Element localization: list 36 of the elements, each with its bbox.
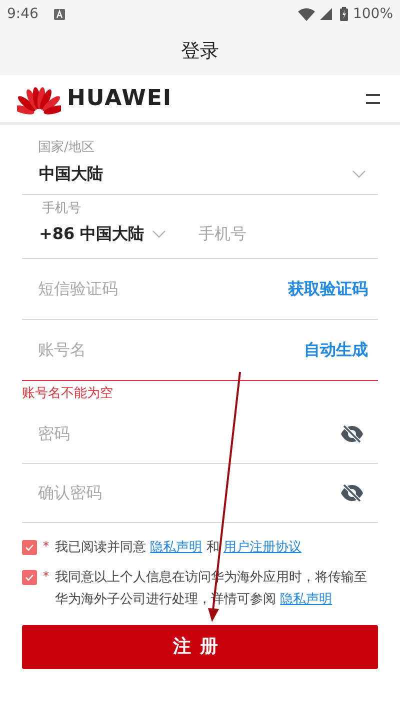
register-button[interactable]: 注册	[22, 624, 378, 668]
eye-off-icon[interactable]	[340, 482, 364, 502]
notification-icon	[54, 8, 66, 20]
field-label: 手机号	[41, 200, 82, 218]
error-message: 账号名不能为空	[22, 385, 114, 403]
brand-name: HUAWEI	[67, 85, 172, 113]
page-title: 登录	[181, 39, 219, 64]
signal-icon	[320, 8, 332, 20]
required-mark: *	[43, 538, 49, 554]
eye-off-icon[interactable]	[340, 424, 364, 444]
wifi-icon	[298, 8, 315, 20]
action-link[interactable]: 获取验证码	[288, 277, 368, 301]
text-input[interactable]: 短信验证码	[38, 277, 238, 301]
chevron-down-icon	[352, 170, 366, 178]
phone-input[interactable]: 手机号	[198, 222, 348, 246]
check-icon	[25, 544, 34, 550]
check-icon	[25, 574, 34, 580]
agreement-text: 我已阅读并同意 隐私声明 和 用户注册协议	[55, 538, 302, 556]
agreement-checkbox[interactable]	[22, 570, 37, 584]
policy-link[interactable]: 隐私声明	[280, 592, 332, 606]
country-code-select[interactable]: +86 中国大陆	[39, 222, 144, 246]
status-time: 9:46	[7, 4, 38, 24]
battery-icon	[340, 7, 348, 21]
password-input[interactable]: 密码	[38, 422, 238, 446]
battery-percent: 100%	[352, 4, 393, 24]
country-select[interactable]: 中国大陆	[39, 162, 103, 186]
password-input[interactable]: 确认密码	[38, 480, 238, 504]
action-link[interactable]: 自动生成	[304, 338, 368, 362]
required-mark: *	[43, 568, 49, 584]
chevron-down-icon	[152, 230, 166, 238]
field-label: 国家/地区	[37, 139, 96, 157]
menu-icon[interactable]	[366, 94, 380, 104]
agreement-checkbox[interactable]	[22, 540, 37, 554]
policy-link[interactable]: 隐私声明	[150, 540, 202, 554]
policy-link[interactable]: 用户注册协议	[223, 540, 302, 554]
text-input[interactable]: 账号名	[38, 338, 238, 362]
